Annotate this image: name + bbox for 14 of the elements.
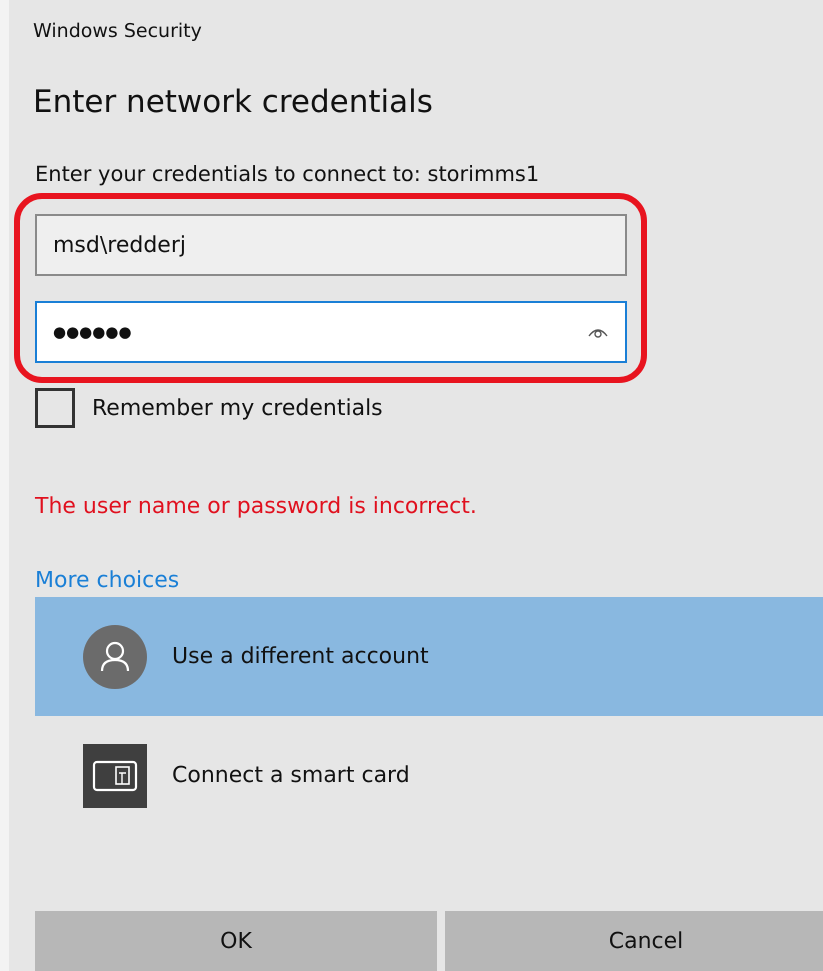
cancel-button[interactable]: Cancel (445, 911, 823, 971)
checkbox-label[interactable]: Remember my credentials (92, 396, 383, 420)
ok-button[interactable]: OK (35, 911, 437, 971)
smart-card-icon (83, 744, 147, 808)
sign-in-option[interactable]: Connect a smart card (35, 716, 823, 835)
password-field[interactable]: ●●●●●● (35, 301, 627, 363)
sign-in-option[interactable]: Use a different account (35, 597, 823, 716)
window-title: Windows Security (33, 19, 203, 44)
prompt-text: Enter your credentials to connect to: storimms1 (35, 162, 540, 188)
dialog-heading: Enter network credentials (33, 84, 434, 122)
person-icon (83, 624, 147, 688)
username-field[interactable]: msd\redderj (35, 214, 627, 276)
checkbox[interactable] (35, 388, 75, 428)
error-message: The user name or password is incorrect. (35, 494, 478, 521)
